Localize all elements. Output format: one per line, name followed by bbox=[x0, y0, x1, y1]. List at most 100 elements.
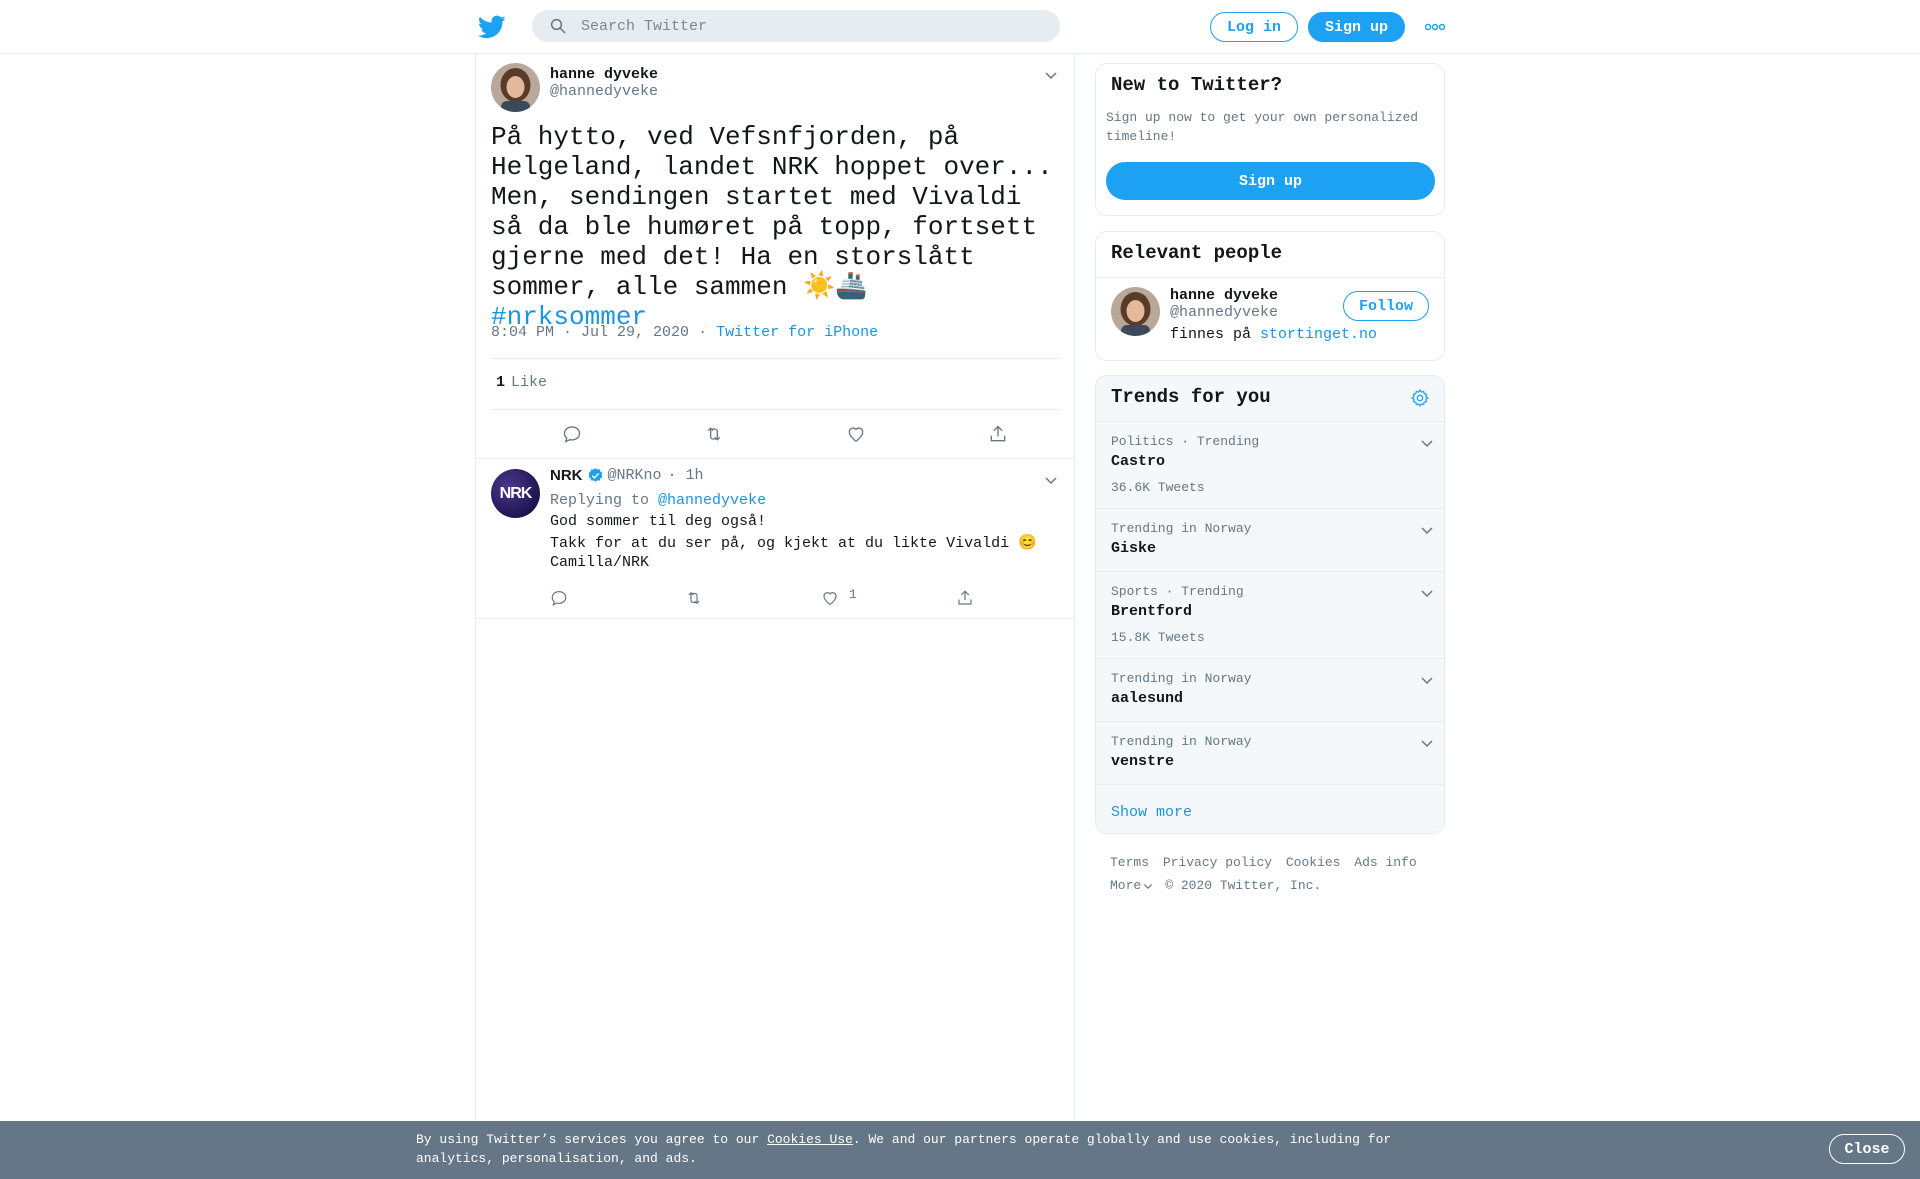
more-options-icon[interactable] bbox=[1425, 21, 1445, 33]
trend-count: 36.6K Tweets bbox=[1111, 480, 1205, 495]
trends-card: Trends for you Politics · Trending Castr… bbox=[1095, 375, 1445, 834]
cookie-text-before: By using Twitter’s services you agree to… bbox=[416, 1132, 768, 1147]
replying-to-handle[interactable]: @hannedyveke bbox=[658, 492, 766, 509]
retweet-icon[interactable] bbox=[685, 589, 703, 607]
reply-author-name[interactable]: NRK bbox=[550, 467, 583, 484]
trend-context: Sports · Trending bbox=[1111, 584, 1244, 599]
avatar-image bbox=[1111, 287, 1160, 336]
chevron-down-icon[interactable] bbox=[1044, 68, 1058, 82]
bio-text: finnes på bbox=[1170, 326, 1252, 343]
footer-links: Terms Privacy policy Cookies Ads info Mo… bbox=[1110, 851, 1450, 897]
like-icon[interactable] bbox=[821, 589, 839, 607]
new-to-twitter-card: New to Twitter? Sign up now to get your … bbox=[1095, 63, 1445, 216]
author-name[interactable]: hanne dyveke bbox=[550, 66, 658, 83]
login-button[interactable]: Log in bbox=[1210, 12, 1298, 42]
reply-tweet: NRK NRK @NRKno · 1h Replying to @hannedy… bbox=[476, 459, 1074, 619]
relevant-people-card: Relevant people hanne dyveke @hannedyvek… bbox=[1095, 231, 1445, 361]
follow-button[interactable]: Follow bbox=[1343, 291, 1429, 321]
share-icon[interactable] bbox=[988, 424, 1008, 444]
copyright: © 2020 Twitter, Inc. bbox=[1165, 878, 1322, 893]
trend-item[interactable]: Politics · Trending Castro 36.6K Tweets bbox=[1096, 421, 1444, 508]
avatar-logo-text: NRK bbox=[499, 484, 533, 502]
avatar-image bbox=[491, 63, 540, 112]
footer-more-link[interactable]: More bbox=[1110, 874, 1141, 897]
search-bar[interactable] bbox=[532, 10, 1060, 42]
trend-name: Castro bbox=[1111, 453, 1166, 470]
show-more-link[interactable]: Show more bbox=[1111, 804, 1192, 821]
share-icon[interactable] bbox=[956, 589, 974, 607]
trend-item[interactable]: Sports · Trending Brentford 15.8K Tweets bbox=[1096, 571, 1444, 658]
like-count: 1 bbox=[496, 374, 506, 391]
reply-like-count: 1 bbox=[849, 587, 857, 602]
footer-link-cookies[interactable]: Cookies bbox=[1286, 855, 1341, 870]
divider bbox=[491, 358, 1059, 359]
search-input[interactable] bbox=[581, 17, 1041, 35]
cookies-use-link[interactable]: Cookies Use bbox=[767, 1132, 853, 1147]
chevron-down-icon[interactable] bbox=[1420, 736, 1434, 750]
trend-name: Giske bbox=[1111, 540, 1157, 557]
chevron-down-icon[interactable] bbox=[1420, 586, 1434, 600]
reply-line-2: Takk for at du ser på, og kjekt at du li… bbox=[550, 535, 1037, 552]
like-icon[interactable] bbox=[846, 424, 866, 444]
card-title: Trends for you bbox=[1111, 386, 1271, 408]
divider bbox=[1096, 784, 1444, 785]
divider bbox=[1096, 277, 1444, 278]
divider bbox=[491, 409, 1059, 410]
trend-item[interactable]: Trending in Norway venstre bbox=[1096, 721, 1444, 784]
trend-name: aalesund bbox=[1111, 690, 1184, 707]
main-timeline-column: hanne dyveke @hannedyveke På hytto, ved … bbox=[475, 54, 1075, 1179]
trend-count: 15.8K Tweets bbox=[1111, 630, 1205, 645]
trend-item[interactable]: Trending in Norway Giske bbox=[1096, 508, 1444, 571]
tweet-text: På hytto, ved Vefsnfjorden, på Helgeland… bbox=[491, 122, 1061, 332]
tweet-body: På hytto, ved Vefsnfjorden, på Helgeland… bbox=[491, 122, 1053, 302]
chevron-down-icon[interactable] bbox=[1420, 436, 1434, 450]
reply-author-handle[interactable]: @NRKno bbox=[608, 467, 662, 484]
trend-item[interactable]: Trending in Norway aalesund bbox=[1096, 658, 1444, 721]
chevron-down-icon[interactable] bbox=[1044, 473, 1058, 487]
avatar[interactable] bbox=[491, 63, 540, 112]
bio-link[interactable]: stortinget.no bbox=[1260, 326, 1377, 343]
avatar[interactable]: NRK bbox=[491, 469, 540, 518]
sidebar-signup-button[interactable]: Sign up bbox=[1106, 162, 1435, 200]
footer-link-ads-info[interactable]: Ads info bbox=[1354, 855, 1416, 870]
trend-context: Trending in Norway bbox=[1111, 521, 1252, 536]
like-label: Like bbox=[511, 374, 548, 391]
tweet-source[interactable]: Twitter for iPhone bbox=[716, 324, 878, 341]
chevron-down-icon[interactable] bbox=[1420, 523, 1434, 537]
verified-badge-icon bbox=[588, 468, 602, 482]
card-title: Relevant people bbox=[1111, 242, 1283, 264]
reply-time[interactable]: · 1h bbox=[668, 467, 704, 484]
person-bio: finnes på stortinget.no bbox=[1170, 326, 1377, 343]
reply-line-3: Camilla/NRK bbox=[550, 554, 650, 571]
footer-link-terms[interactable]: Terms bbox=[1110, 855, 1149, 870]
twitter-bird-icon[interactable] bbox=[478, 13, 506, 41]
replying-to-label: Replying to bbox=[550, 492, 650, 509]
card-title: New to Twitter? bbox=[1111, 74, 1283, 96]
trend-name: Brentford bbox=[1111, 603, 1193, 620]
avatar[interactable] bbox=[1111, 287, 1160, 336]
close-cookie-button[interactable]: Close bbox=[1829, 1134, 1905, 1164]
signup-description: Sign up now to get your own personalized… bbox=[1106, 110, 1419, 144]
chevron-down-icon[interactable] bbox=[1420, 673, 1434, 687]
cookie-text: By using Twitter’s services you agree to… bbox=[416, 1130, 1396, 1168]
footer-link-privacy[interactable]: Privacy policy bbox=[1163, 855, 1272, 870]
cookie-banner: By using Twitter’s services you agree to… bbox=[0, 1121, 1920, 1179]
top-navigation-bar: Log in Sign up bbox=[0, 0, 1920, 54]
tweet-timestamp[interactable]: 8:04 PM · Jul 29, 2020 bbox=[491, 324, 689, 341]
trend-name: venstre bbox=[1111, 753, 1175, 770]
settings-gear-icon[interactable] bbox=[1410, 388, 1430, 408]
author-handle[interactable]: @hannedyveke bbox=[550, 83, 658, 100]
trend-context: Politics · Trending bbox=[1111, 434, 1260, 449]
replying-to-line: Replying to @hannedyveke bbox=[550, 491, 766, 511]
trend-context: Trending in Norway bbox=[1111, 734, 1252, 749]
retweet-icon[interactable] bbox=[704, 424, 724, 444]
like-count-row[interactable]: 1 Like bbox=[496, 374, 547, 391]
main-tweet: hanne dyveke @hannedyveke På hytto, ved … bbox=[476, 54, 1074, 459]
reply-line-1: God sommer til deg også! bbox=[550, 513, 767, 530]
reply-icon[interactable] bbox=[562, 424, 582, 444]
signup-button[interactable]: Sign up bbox=[1308, 12, 1405, 42]
search-icon bbox=[550, 18, 566, 34]
reply-icon[interactable] bbox=[550, 589, 568, 607]
chevron-down-icon[interactable] bbox=[1143, 881, 1153, 891]
tweet-meta: 8:04 PM · Jul 29, 2020 · Twitter for iPh… bbox=[491, 324, 878, 341]
